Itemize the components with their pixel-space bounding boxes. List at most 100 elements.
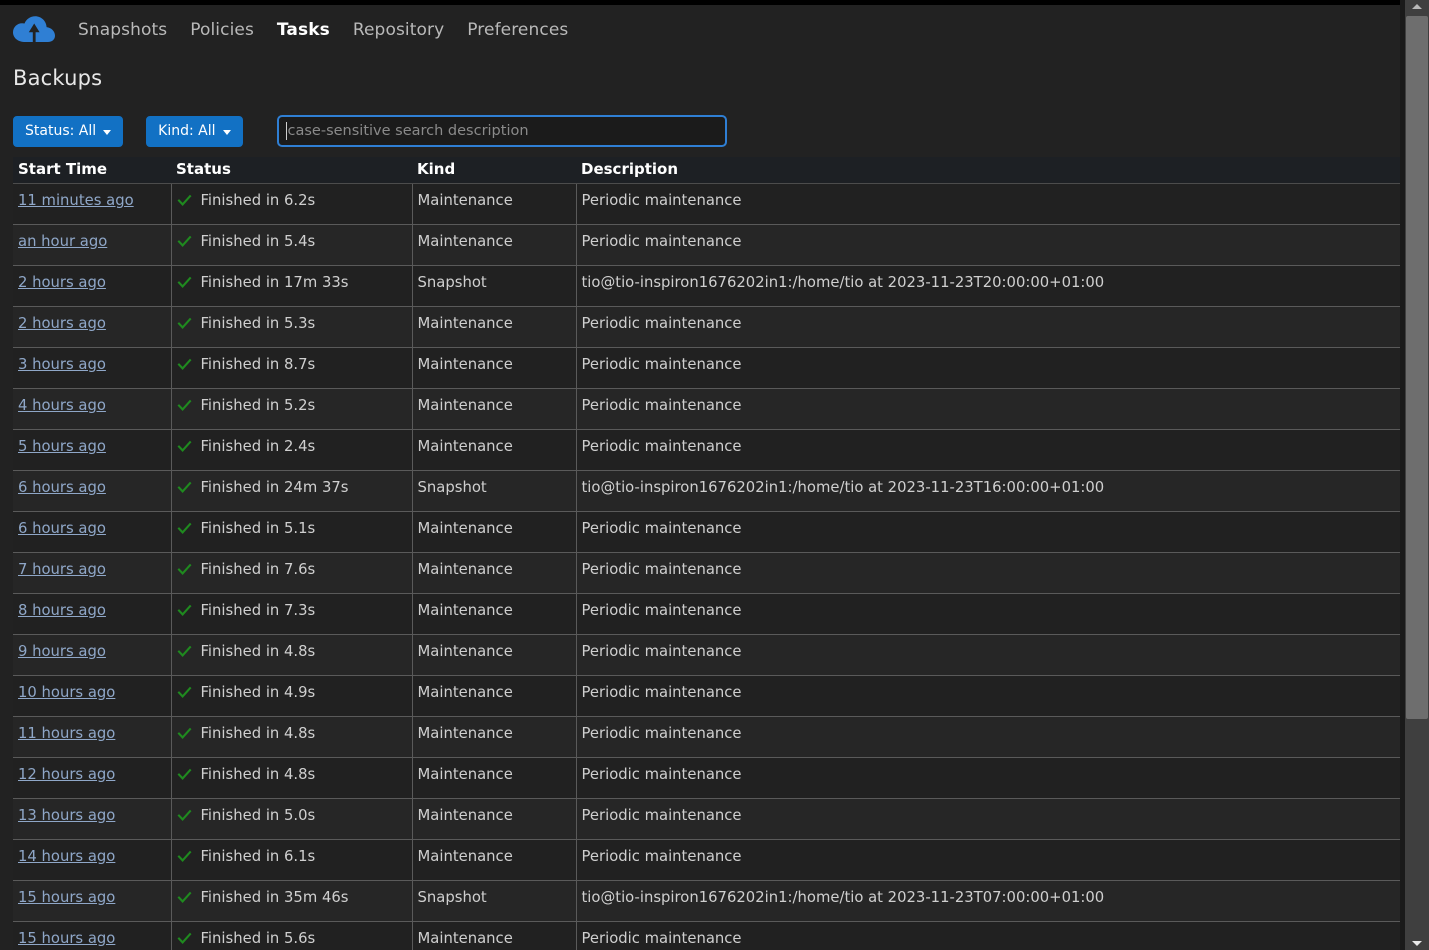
cell-start-time: 2 hours ago — [13, 265, 172, 307]
cell-description: Periodic maintenance — [576, 552, 1402, 594]
chevron-down-icon — [1412, 941, 1422, 946]
cell-start-time: 6 hours ago — [13, 511, 172, 553]
nav-links: Snapshots Policies Tasks Repository Pref… — [78, 20, 568, 40]
cell-status: Finished in 7.6s — [171, 552, 413, 594]
task-start-time-link[interactable]: 9 hours ago — [18, 643, 106, 660]
task-start-time-link[interactable]: 2 hours ago — [18, 315, 106, 332]
green-check-icon — [177, 890, 192, 905]
table-row[interactable]: 2 hours ago Finished in 17m 33s Snapshot ti… — [13, 265, 1402, 307]
status-filter-button[interactable]: Status: All — [13, 115, 124, 147]
task-start-time-link[interactable]: 14 hours ago — [18, 848, 115, 865]
cell-description: Periodic maintenance — [576, 224, 1402, 266]
task-start-time-link[interactable]: 13 hours ago — [18, 807, 115, 824]
column-header-description[interactable]: Description — [576, 157, 1402, 184]
cell-status: Finished in 7.3s — [171, 593, 413, 635]
cell-start-time: 11 minutes ago — [13, 183, 172, 225]
status-text: Finished in 4.8s — [200, 643, 316, 660]
kopia-cloud-logo[interactable] — [12, 15, 56, 45]
cell-start-time: 8 hours ago — [13, 593, 172, 635]
scrollbar-up-button[interactable] — [1405, 0, 1429, 13]
cell-kind: Maintenance — [412, 388, 577, 430]
scrollbar-thumb[interactable] — [1406, 16, 1428, 719]
status-text: Finished in 5.6s — [200, 930, 316, 947]
scrollbar-down-button[interactable] — [1405, 937, 1429, 950]
table-row[interactable]: 13 hours ago Finished in 5.0s Maintenance P… — [13, 798, 1402, 840]
cell-status: Finished in 5.1s — [171, 511, 413, 553]
task-start-time-link[interactable]: 12 hours ago — [18, 766, 115, 783]
status-text: Finished in 5.2s — [200, 397, 316, 414]
task-start-time-link[interactable]: 10 hours ago — [18, 684, 115, 701]
search-input[interactable] — [276, 115, 727, 147]
table-row[interactable]: 6 hours ago Finished in 24m 37s Snapshot ti… — [13, 470, 1402, 512]
task-start-time-link[interactable]: 11 hours ago — [18, 725, 115, 742]
column-header-start-time[interactable]: Start Time — [13, 157, 171, 184]
cell-description: Periodic maintenance — [576, 388, 1402, 430]
task-start-time-link[interactable]: 15 hours ago — [18, 889, 115, 906]
task-start-time-link[interactable]: 8 hours ago — [18, 602, 106, 619]
cell-description: Periodic maintenance — [576, 511, 1402, 553]
table-row[interactable]: 11 minutes ago Finished in 6.2s Maintenanc… — [13, 183, 1402, 225]
nav-link-tasks[interactable]: Tasks — [277, 20, 330, 40]
cell-status: Finished in 4.8s — [171, 716, 413, 758]
table-row[interactable]: 7 hours ago Finished in 7.6s Maintenance Pe… — [13, 552, 1402, 594]
filter-toolbar: Status: All Kind: All — [13, 115, 727, 147]
table-row[interactable]: 12 hours ago Finished in 4.8s Maintenance P… — [13, 757, 1402, 799]
task-start-time-link[interactable]: 2 hours ago — [18, 274, 106, 291]
column-header-status[interactable]: Status — [171, 157, 412, 184]
column-header-kind[interactable]: Kind — [412, 157, 576, 184]
table-row[interactable]: 10 hours ago Finished in 4.9s Maintenance P… — [13, 675, 1402, 717]
cell-start-time: 9 hours ago — [13, 634, 172, 676]
table-row[interactable]: 14 hours ago Finished in 6.1s Maintenance P… — [13, 839, 1402, 881]
tasks-table-body: 11 minutes ago Finished in 6.2s Maintenanc… — [13, 183, 1402, 950]
cell-status: Finished in 6.1s — [171, 839, 413, 881]
kind-filter-button[interactable]: Kind: All — [146, 115, 243, 147]
cell-kind: Snapshot — [412, 880, 577, 922]
table-row[interactable]: 4 hours ago Finished in 5.2s Maintenance Pe… — [13, 388, 1402, 430]
cell-description: Periodic maintenance — [576, 675, 1402, 717]
table-row[interactable]: 5 hours ago Finished in 2.4s Maintenance Pe… — [13, 429, 1402, 471]
status-text: Finished in 4.9s — [200, 684, 316, 701]
cell-status: Finished in 8.7s — [171, 347, 413, 389]
table-row[interactable]: 2 hours ago Finished in 5.3s Maintenance Pe… — [13, 306, 1402, 348]
nav-link-preferences[interactable]: Preferences — [467, 20, 568, 40]
task-start-time-link[interactable]: 11 minutes ago — [18, 192, 134, 209]
task-start-time-link[interactable]: 7 hours ago — [18, 561, 106, 578]
nav-link-snapshots[interactable]: Snapshots — [78, 20, 167, 40]
task-start-time-link[interactable]: 4 hours ago — [18, 397, 106, 414]
cell-description: Periodic maintenance — [576, 306, 1402, 348]
cell-kind: Maintenance — [412, 716, 577, 758]
table-row[interactable]: 15 hours ago Finished in 35m 46s Snapshot t… — [13, 880, 1402, 922]
search-container — [276, 115, 727, 147]
chevron-down-icon — [222, 129, 231, 135]
task-start-time-link[interactable]: an hour ago — [18, 233, 107, 250]
cell-description: Periodic maintenance — [576, 716, 1402, 758]
cell-status: Finished in 35m 46s — [171, 880, 413, 922]
nav-link-policies[interactable]: Policies — [190, 20, 254, 40]
chevron-down-icon — [103, 129, 112, 135]
chevron-up-icon — [1412, 4, 1422, 9]
cell-description: Periodic maintenance — [576, 183, 1402, 225]
cell-kind: Maintenance — [412, 921, 577, 950]
cell-status: Finished in 17m 33s — [171, 265, 413, 307]
table-row[interactable]: an hour ago Finished in 5.4s Maintenance Pe… — [13, 224, 1402, 266]
table-row[interactable]: 9 hours ago Finished in 4.8s Maintenance Pe… — [13, 634, 1402, 676]
task-start-time-link[interactable]: 6 hours ago — [18, 479, 106, 496]
task-start-time-link[interactable]: 5 hours ago — [18, 438, 106, 455]
table-row[interactable]: 3 hours ago Finished in 8.7s Maintenance Pe… — [13, 347, 1402, 389]
cell-start-time: 13 hours ago — [13, 798, 172, 840]
table-row[interactable]: 8 hours ago Finished in 7.3s Maintenance Pe… — [13, 593, 1402, 635]
table-row[interactable]: 15 hours ago Finished in 5.6s Maintenance P… — [13, 921, 1402, 950]
task-start-time-link[interactable]: 3 hours ago — [18, 356, 106, 373]
cell-description: Periodic maintenance — [576, 839, 1402, 881]
page-title: Backups — [13, 66, 103, 90]
task-start-time-link[interactable]: 15 hours ago — [18, 930, 115, 947]
cell-start-time: 6 hours ago — [13, 470, 172, 512]
table-row[interactable]: 6 hours ago Finished in 5.1s Maintenance Pe… — [13, 511, 1402, 553]
nav-link-repository[interactable]: Repository — [353, 20, 444, 40]
green-check-icon — [177, 439, 192, 454]
task-start-time-link[interactable]: 6 hours ago — [18, 520, 106, 537]
table-row[interactable]: 11 hours ago Finished in 4.8s Maintenance P… — [13, 716, 1402, 758]
cell-kind: Maintenance — [412, 675, 577, 717]
vertical-scrollbar[interactable] — [1405, 0, 1429, 950]
green-check-icon — [177, 480, 192, 495]
